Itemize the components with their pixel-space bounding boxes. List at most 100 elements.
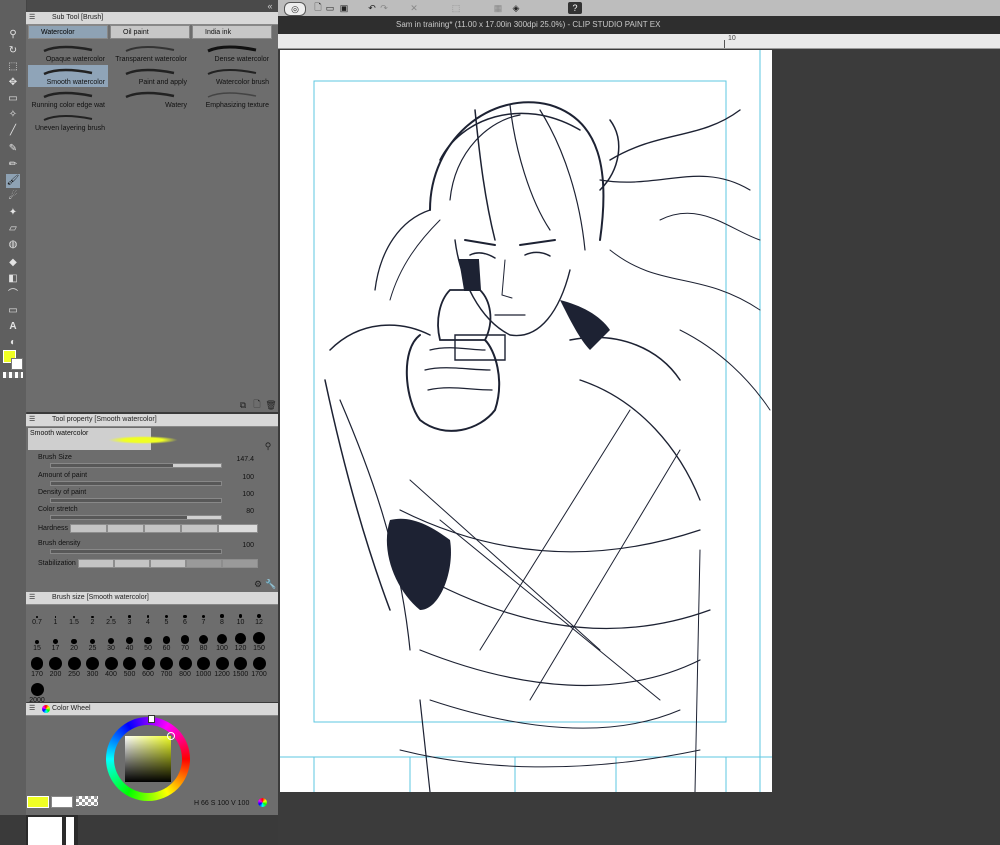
brush-transparent-watercolor[interactable]: Transparent watercolor — [110, 42, 190, 64]
brush-size-preset[interactable]: 5 — [158, 606, 176, 630]
stabilization-step[interactable] — [114, 559, 150, 568]
brush-size-preset[interactable]: 800 — [176, 657, 194, 682]
brush-size-preset[interactable]: 15 — [28, 632, 46, 656]
fill-icon[interactable]: ◆ — [6, 256, 20, 270]
collapse-dock-icon[interactable]: « — [264, 0, 276, 12]
brush-size-preset[interactable]: 400 — [102, 657, 120, 682]
prop-amount-of-paint[interactable]: Amount of paint 100 — [36, 472, 268, 490]
hardness-step[interactable] — [218, 524, 258, 533]
prop-stabilization[interactable]: Stabilization — [36, 559, 268, 577]
brush-size-preset[interactable]: 8 — [213, 606, 231, 630]
brush-watery[interactable]: Watery — [110, 88, 190, 110]
prop-slider[interactable] — [50, 498, 222, 503]
brush-size-preset[interactable]: 700 — [158, 657, 176, 682]
brush-size-preset[interactable]: 170 — [28, 657, 46, 682]
delete-subtool-icon[interactable]: 🗑 — [265, 400, 276, 410]
brush-size-preset[interactable]: 120 — [232, 632, 250, 656]
navigator-thumbnail[interactable] — [28, 817, 62, 845]
panel-menu-icon[interactable]: ☰ — [29, 704, 35, 712]
brush-size-preset[interactable]: 7 — [195, 606, 213, 630]
stabilization-step[interactable] — [222, 559, 258, 568]
brush-size-preset[interactable]: 17 — [47, 632, 65, 656]
tab-oil-paint[interactable]: Oil paint — [110, 25, 190, 39]
prop-slider[interactable] — [50, 481, 222, 486]
brush-watercolor-brush[interactable]: Watercolor brush — [192, 65, 272, 87]
prop-brush-density[interactable]: Brush density 100 — [36, 540, 268, 558]
brush-size-preset[interactable]: 60 — [158, 632, 176, 656]
move-tool-icon[interactable]: ⬚ — [6, 60, 20, 74]
transparent-color-swatch[interactable] — [3, 372, 23, 378]
hardness-step[interactable] — [144, 524, 181, 533]
brush-opaque-watercolor[interactable]: Opaque watercolor — [28, 42, 108, 64]
eyedropper-icon[interactable]: ╱ — [6, 124, 20, 138]
clear-icon[interactable]: ✕ — [408, 2, 420, 14]
auto-select-icon[interactable]: ✧ — [6, 108, 20, 122]
brush-tool-icon[interactable]: 🖌 — [6, 174, 20, 188]
copy-subtool-icon[interactable]: ⧉ — [238, 400, 248, 410]
brush-size-preset[interactable]: 2 — [84, 606, 102, 630]
figure-icon[interactable]: ⌒ — [6, 288, 20, 302]
stabilization-step[interactable] — [150, 559, 186, 568]
brush-paint-and-apply[interactable]: Paint and apply — [110, 65, 190, 87]
brush-size-preset[interactable]: 3 — [121, 606, 139, 630]
brush-size-preset[interactable]: 30 — [102, 632, 120, 656]
color-mode-icon[interactable] — [258, 798, 267, 807]
undo-icon[interactable]: ↶ — [366, 2, 378, 14]
transparent-color-chip[interactable] — [76, 796, 98, 806]
hardness-step[interactable] — [181, 524, 218, 533]
brush-emphasizing-texture[interactable]: Emphasizing texture — [192, 88, 272, 110]
sub-color-chip[interactable] — [51, 796, 73, 808]
save-icon[interactable]: ▣ — [336, 2, 352, 14]
brush-size-preset[interactable]: 80 — [195, 632, 213, 656]
brush-size-preset[interactable]: 1200 — [213, 657, 231, 682]
panel-menu-icon[interactable]: ☰ — [29, 415, 35, 423]
panel-menu-icon[interactable]: ☰ — [29, 13, 35, 21]
brush-size-preset[interactable]: 6 — [176, 606, 194, 630]
brush-size-preset[interactable]: 25 — [84, 632, 102, 656]
eraser-icon[interactable]: ▱ — [6, 222, 20, 236]
search-icon[interactable]: ⚲ — [262, 440, 274, 452]
gradient-icon[interactable]: ◧ — [6, 272, 20, 286]
brush-dense-watercolor[interactable]: Dense watercolor — [192, 42, 272, 64]
prop-density-of-paint[interactable]: Density of paint 100 — [36, 489, 268, 507]
new-file-icon[interactable]: 🗋 — [312, 2, 324, 14]
ruler-snap-icon[interactable]: ◈ — [510, 2, 522, 14]
main-color-chip[interactable] — [27, 796, 49, 808]
brush-size-preset[interactable]: 1 — [47, 606, 65, 630]
redo-icon[interactable]: ↷ — [378, 2, 390, 14]
correct-line-icon[interactable]: ◐ — [6, 336, 20, 350]
layer-move-icon[interactable]: ✥ — [6, 76, 20, 90]
tab-india-ink[interactable]: India ink — [192, 25, 272, 39]
brush-size-preset[interactable]: 200 — [47, 657, 65, 682]
horizontal-ruler[interactable]: 10 — [278, 34, 1000, 49]
rotate-tool-icon[interactable]: ↻ — [6, 44, 20, 58]
prop-slider[interactable] — [50, 463, 222, 468]
brush-size-preset[interactable]: 10 — [232, 606, 250, 630]
help-icon[interactable]: ? — [568, 2, 582, 14]
text-tool-icon[interactable]: A — [6, 320, 20, 334]
sv-marker[interactable] — [167, 732, 175, 740]
selection-icon[interactable]: ▭ — [6, 92, 20, 106]
saturation-value-square[interactable] — [125, 736, 171, 782]
settings-gear-icon[interactable]: ⚙ — [252, 578, 264, 590]
wrench-icon[interactable]: 🔧 — [265, 578, 276, 590]
blend-icon[interactable]: ◍ — [6, 238, 20, 252]
hue-marker[interactable] — [148, 715, 155, 723]
brush-size-preset[interactable]: 1000 — [195, 657, 213, 682]
prop-brush-size[interactable]: Brush Size 147.4 — [36, 454, 268, 472]
hardness-step[interactable] — [70, 524, 107, 533]
brush-size-preset[interactable]: 40 — [121, 632, 139, 656]
prop-slider[interactable] — [50, 515, 222, 520]
brush-size-preset[interactable]: 70 — [176, 632, 194, 656]
brush-size-preset[interactable]: 1.5 — [65, 606, 83, 630]
brush-size-preset[interactable]: 2.5 — [102, 606, 120, 630]
zoom-tool-icon[interactable]: ⚲ — [6, 28, 20, 42]
hardness-step[interactable] — [107, 524, 144, 533]
brush-size-preset[interactable]: 500 — [121, 657, 139, 682]
brush-size-preset[interactable]: 600 — [139, 657, 157, 682]
stabilization-step[interactable] — [186, 559, 222, 568]
prop-slider[interactable] — [50, 549, 222, 554]
brush-size-preset[interactable]: 20 — [65, 632, 83, 656]
stabilization-step[interactable] — [78, 559, 114, 568]
brush-size-preset[interactable]: 300 — [84, 657, 102, 682]
